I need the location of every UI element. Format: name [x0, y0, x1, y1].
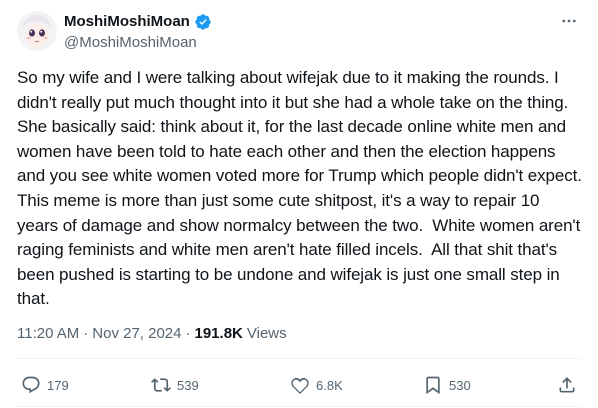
- reply-count: 179: [47, 377, 69, 393]
- action-bar: 179 539 6.8K 530: [17, 370, 581, 400]
- bookmark-button[interactable]: 530: [423, 370, 471, 400]
- author-handle[interactable]: @MoshiMoshiMoan: [64, 33, 197, 53]
- divider: [17, 406, 581, 407]
- divider: [17, 358, 581, 359]
- bookmark-icon: [426, 376, 440, 395]
- share-icon: [559, 377, 575, 393]
- tweet-text: So my wife and I were talking about wife…: [17, 68, 591, 309]
- author-display-name[interactable]: MoshiMoshiMoan: [64, 12, 190, 32]
- verified-badge-icon[interactable]: [194, 13, 212, 31]
- like-icon: [291, 377, 309, 395]
- reply-button[interactable]: 179: [21, 370, 69, 400]
- reply-icon: [22, 376, 40, 394]
- like-count: 6.8K: [316, 377, 343, 393]
- more-icon[interactable]: [558, 10, 580, 32]
- meta-separator: ·: [83, 325, 89, 342]
- meta-separator: ·: [185, 325, 191, 342]
- retweet-count: 539: [177, 377, 199, 393]
- views-count[interactable]: 191.8K: [195, 324, 243, 344]
- like-button[interactable]: 6.8K: [290, 370, 343, 400]
- tweet-meta: 11:20 AM · Nov 27, 2024 · 191.8K Views: [17, 324, 287, 344]
- share-button[interactable]: [557, 370, 577, 400]
- retweet-icon: [151, 378, 171, 392]
- retweet-button[interactable]: 539: [151, 370, 199, 400]
- tweet-time[interactable]: 11:20 AM: [17, 324, 79, 344]
- bookmark-count: 530: [449, 377, 471, 393]
- tweet-date[interactable]: Nov 27, 2024: [92, 324, 181, 344]
- views-label: Views: [246, 325, 287, 342]
- author-name-row: MoshiMoshiMoan: [64, 12, 212, 32]
- avatar[interactable]: [17, 11, 57, 51]
